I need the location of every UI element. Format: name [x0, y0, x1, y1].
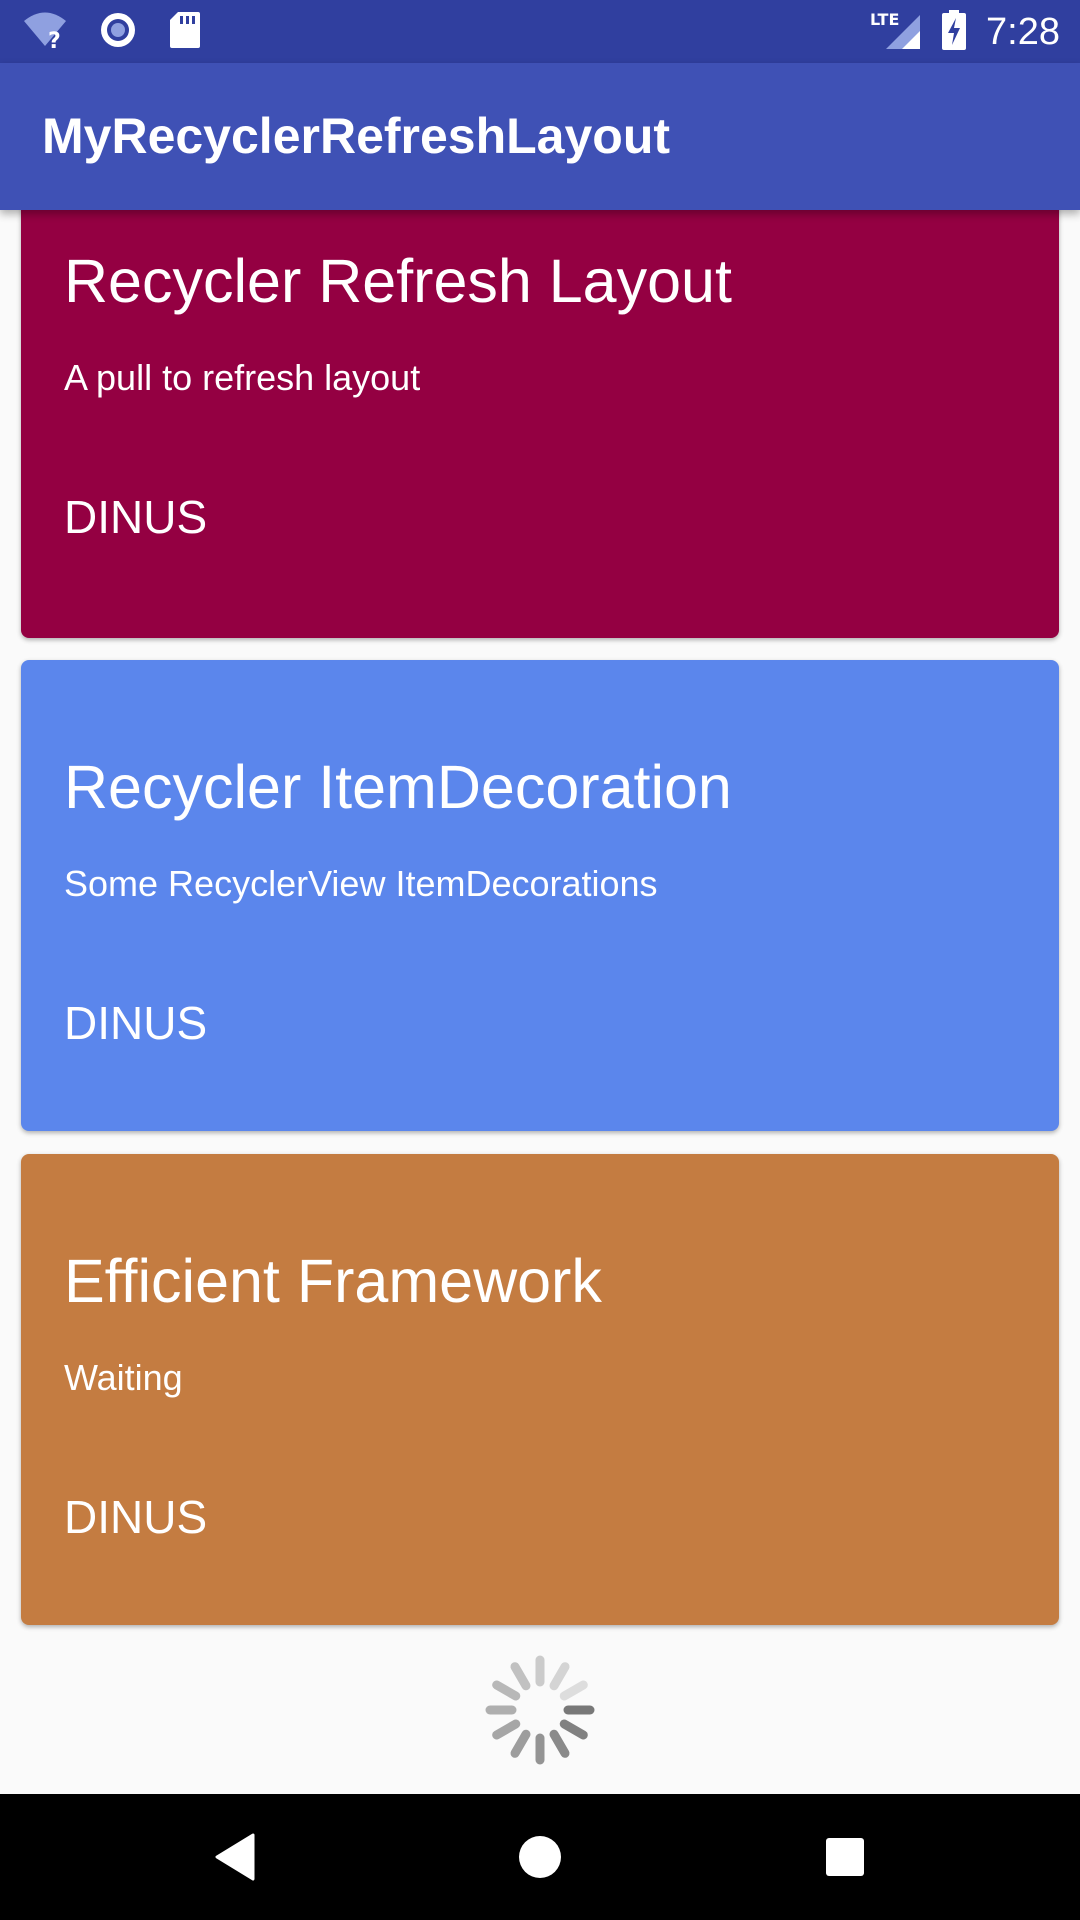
spinner-spoke — [492, 1719, 521, 1740]
card-subtitle: A pull to refresh layout — [64, 357, 421, 398]
navigation-bar — [0, 1794, 1080, 1920]
card-recycler-itemdecoration[interactable]: Recycler ItemDecoration Some RecyclerVie… — [21, 660, 1059, 1131]
svg-text:?: ? — [48, 29, 61, 50]
card-author: DINUS — [64, 1491, 208, 1543]
spinner-icon — [485, 1655, 595, 1765]
spinner-spoke — [549, 1662, 570, 1691]
spinner-spoke — [492, 1680, 521, 1701]
card-subtitle: Waiting — [64, 1357, 183, 1398]
status-bar-left: ? — [22, 8, 202, 56]
svg-text:LTE: LTE — [870, 10, 899, 29]
spinner-spoke — [549, 1729, 570, 1758]
card-author: DINUS — [64, 491, 208, 543]
spinner-spoke — [510, 1729, 531, 1758]
app-bar: MyRecyclerRefreshLayout — [0, 63, 1080, 210]
wifi-unknown-icon: ? — [22, 10, 68, 55]
spinner-spoke — [559, 1719, 588, 1740]
card-recycler-refresh-layout[interactable]: Recycler Refresh Layout A pull to refres… — [21, 210, 1059, 638]
card-title: Recycler Refresh Layout — [64, 247, 732, 315]
card-title: Efficient Framework — [64, 1247, 602, 1315]
spinner-spoke — [510, 1662, 531, 1691]
spinner-spoke — [559, 1680, 588, 1701]
card-title: Recycler ItemDecoration — [64, 753, 732, 821]
recents-icon[interactable] — [810, 1822, 880, 1892]
battery-charging-icon — [940, 9, 968, 56]
app-title: MyRecyclerRefreshLayout — [42, 108, 671, 164]
card-subtitle: Some RecyclerView ItemDecorations — [64, 863, 658, 904]
status-bar: ? LTE 7:28 — [0, 0, 1080, 63]
status-bar-right: LTE 7:28 — [870, 8, 1060, 56]
sync-icon — [98, 10, 138, 55]
sd-card-icon — [168, 10, 202, 55]
status-time: 7:28 — [986, 10, 1060, 53]
card-author: DINUS — [64, 997, 208, 1049]
home-icon[interactable] — [505, 1822, 575, 1892]
card-efficient-framework[interactable]: Efficient Framework Waiting DINUS — [21, 1154, 1059, 1625]
lte-signal-icon: LTE — [870, 9, 922, 56]
back-icon[interactable] — [200, 1822, 270, 1892]
recycler-list[interactable]: Recycler Refresh Layout A pull to refres… — [0, 210, 1080, 1794]
